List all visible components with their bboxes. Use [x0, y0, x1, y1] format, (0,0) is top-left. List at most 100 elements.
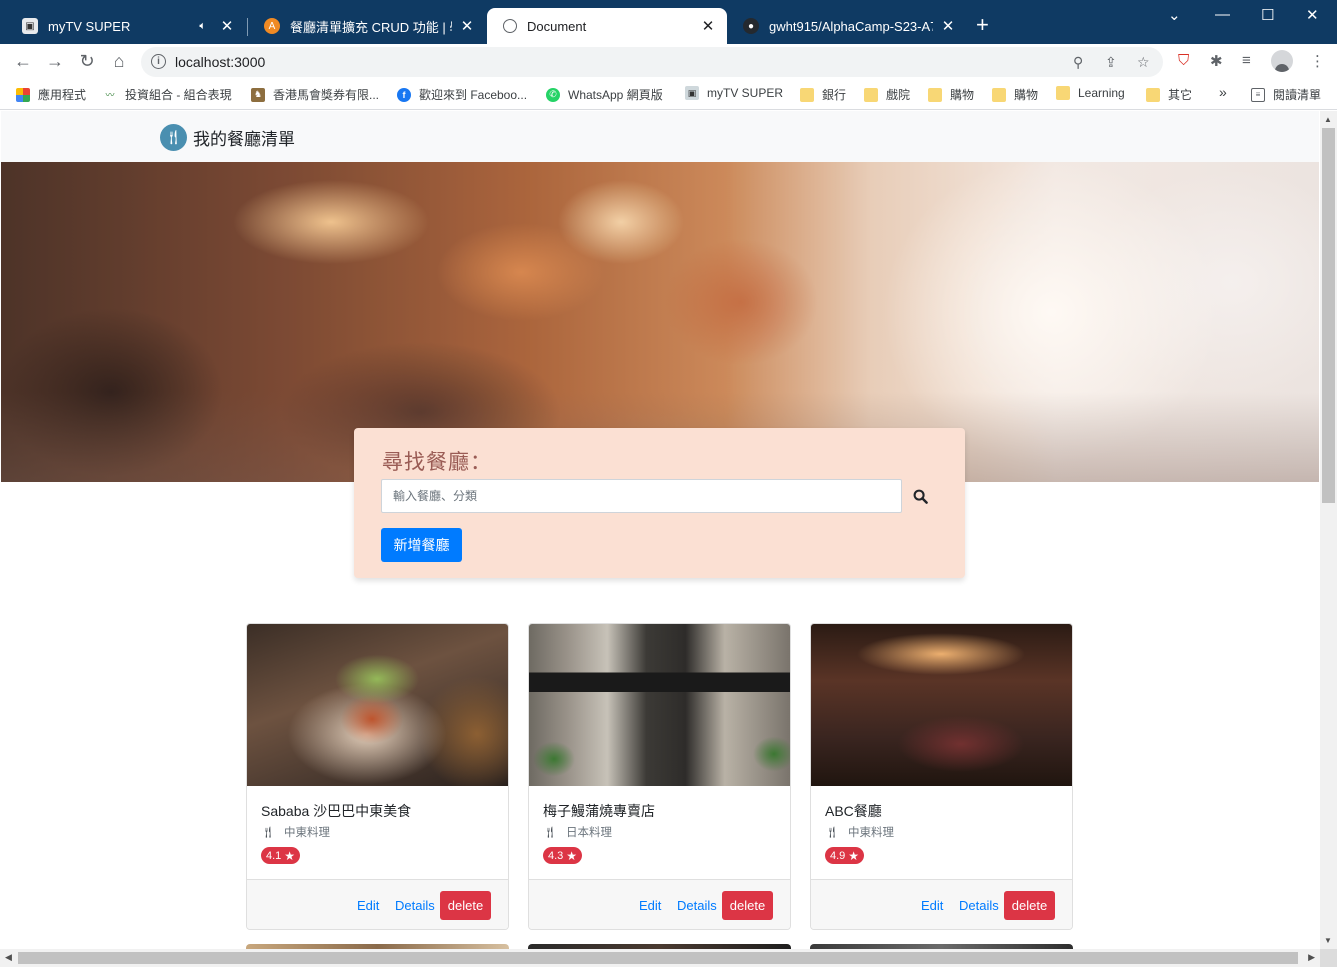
- delete-button[interactable]: delete: [722, 891, 773, 920]
- search-input[interactable]: [381, 479, 902, 513]
- tab-document[interactable]: Document ✕: [487, 8, 727, 44]
- edit-link[interactable]: Edit: [357, 898, 379, 913]
- category-label: 日本料理: [565, 827, 612, 839]
- bookmark-whatsapp[interactable]: ✆ WhatsApp 網頁版: [546, 86, 663, 103]
- restaurant-card[interactable]: ABC餐廳 🍴︎ 中東料理 4.9 ★ Edit Details delete: [810, 623, 1073, 930]
- add-restaurant-button[interactable]: 新增餐廳: [381, 528, 462, 562]
- zoom-icon[interactable]: ⚲: [1073, 54, 1083, 71]
- restaurant-name: Sababa 沙巴巴中東美食: [261, 803, 412, 819]
- scroll-right-arrow-icon[interactable]: ▶: [1308, 952, 1315, 963]
- url-text[interactable]: localhost:3000: [175, 54, 265, 70]
- folder-icon: [992, 87, 1006, 102]
- tab-alphacamp[interactable]: A 餐廳清單擴充 CRUD 功能 | 學期 ... ✕: [248, 8, 486, 44]
- horizontal-scrollbar[interactable]: ◀ ▶: [0, 949, 1320, 967]
- profile-avatar[interactable]: [1271, 50, 1293, 72]
- bookmark-star-icon[interactable]: ☆: [1137, 54, 1150, 71]
- bookmark-facebook[interactable]: f 歡迎來到 Faceboo...: [397, 86, 527, 103]
- site-info-icon[interactable]: i: [151, 54, 166, 69]
- close-tab-icon[interactable]: ✕: [939, 17, 957, 35]
- back-arrow-icon[interactable]: ←: [11, 50, 35, 72]
- scroll-down-arrow-icon[interactable]: ▼: [1324, 936, 1332, 945]
- search-button[interactable]: [909, 485, 931, 507]
- details-link[interactable]: Details: [959, 898, 999, 913]
- media-queue-icon[interactable]: ≡: [1242, 52, 1251, 69]
- bookmark-folder-other[interactable]: 其它: [1146, 86, 1192, 103]
- delete-button[interactable]: delete: [1004, 891, 1055, 920]
- edit-link[interactable]: Edit: [639, 898, 661, 913]
- bookmark-folder-shopping-1[interactable]: 購物: [928, 86, 974, 103]
- vertical-scroll-thumb[interactable]: [1322, 128, 1335, 503]
- tab-title: Document: [527, 18, 587, 34]
- extension-shield-icon[interactable]: ⛉: [1178, 52, 1189, 69]
- bookmark-hkjc[interactable]: ♞ 香港馬會獎券有限...: [251, 86, 379, 103]
- speaker-icon[interactable]: 🔈︎: [199, 20, 206, 33]
- edit-link[interactable]: Edit: [921, 898, 943, 913]
- close-tab-icon[interactable]: ✕: [218, 17, 236, 35]
- close-tab-icon[interactable]: ✕: [458, 17, 476, 35]
- new-tab-button[interactable]: +: [976, 14, 989, 36]
- bookmarks-bar: 應用程式 〰 投資組合 - 組合表現 ♞ 香港馬會獎券有限... f 歡迎來到 …: [0, 78, 1337, 110]
- tab-title: gwht915/AlphaCamp-S23-A7: [769, 18, 933, 34]
- bookmark-label: 其它: [1168, 88, 1193, 102]
- restaurant-category: 🍴︎ 日本料理: [543, 824, 612, 840]
- details-link[interactable]: Details: [677, 898, 717, 913]
- close-window-icon[interactable]: ✕: [1306, 6, 1319, 24]
- bookmark-folder-learning[interactable]: Learning: [1056, 86, 1125, 100]
- brand-link[interactable]: 🍴︎ 我的餐廳清單: [160, 124, 295, 151]
- bookmark-label: myTV SUPER: [707, 86, 784, 100]
- globe-icon: [503, 19, 517, 33]
- restaurant-photo[interactable]: [529, 624, 790, 786]
- bookmark-folder-bank[interactable]: 銀行: [800, 86, 846, 103]
- share-icon[interactable]: ⇪: [1105, 54, 1117, 71]
- card-footer: Edit Details delete: [529, 879, 790, 929]
- horse-icon: ♞: [251, 87, 265, 102]
- forward-arrow-icon[interactable]: →: [43, 50, 67, 72]
- extensions-puzzle-icon[interactable]: ✱: [1210, 52, 1223, 70]
- utensils-icon: 🍴︎: [543, 826, 557, 839]
- search-icon: [913, 489, 928, 504]
- restaurant-photo[interactable]: [811, 624, 1072, 786]
- address-bar[interactable]: i localhost:3000 ⚲ ⇪ ☆: [141, 47, 1163, 77]
- reading-list-icon: ≡: [1251, 87, 1265, 102]
- rating-value: 4.9: [830, 849, 846, 862]
- tab-title: myTV SUPER: [48, 18, 131, 34]
- close-tab-icon[interactable]: ✕: [699, 17, 717, 35]
- restaurant-card[interactable]: Sababa 沙巴巴中東美食 🍴︎ 中東料理 4.1 ★ Edit Detail…: [246, 623, 509, 930]
- facebook-icon: f: [397, 87, 411, 102]
- alphacamp-favicon-icon: A: [264, 18, 280, 34]
- bookmark-portfolio[interactable]: 〰 投資組合 - 組合表現: [103, 86, 231, 103]
- category-label: 中東料理: [847, 827, 894, 839]
- reading-list[interactable]: ≡ 閱讀清單: [1251, 86, 1321, 103]
- reload-icon[interactable]: ↻: [75, 50, 99, 72]
- bookmark-label: 購物: [1014, 88, 1039, 102]
- star-icon: ★: [848, 848, 860, 863]
- maximize-icon[interactable]: ☐: [1261, 6, 1274, 24]
- tab-github[interactable]: ● gwht915/AlphaCamp-S23-A7 ✕: [727, 8, 967, 44]
- bookmark-label: 應用程式: [38, 88, 87, 102]
- rating-badge: 4.3 ★: [543, 847, 583, 864]
- tab-search-icon[interactable]: ⌄: [1168, 6, 1181, 24]
- folder-icon: [1146, 87, 1160, 102]
- scroll-up-arrow-icon[interactable]: ▲: [1324, 115, 1332, 124]
- horizontal-scroll-thumb[interactable]: [18, 952, 1298, 964]
- restaurant-card[interactable]: 梅子鰻蒲燒專賣店 🍴︎ 日本料理 4.3 ★ Edit Details dele…: [528, 623, 791, 930]
- bookmark-folder-shopping-2[interactable]: 購物: [992, 86, 1038, 103]
- menu-kebab-icon[interactable]: ⋮: [1310, 52, 1325, 70]
- category-label: 中東料理: [283, 827, 330, 839]
- apps-grid-icon: [16, 87, 30, 102]
- mytv-favicon-icon: ▣: [22, 18, 38, 34]
- details-link[interactable]: Details: [395, 898, 435, 913]
- home-icon[interactable]: ⌂: [107, 50, 131, 72]
- tab-mytv[interactable]: ▣ myTV SUPER 🔈︎ ✕: [6, 8, 246, 44]
- delete-button[interactable]: delete: [440, 891, 491, 920]
- more-bookmarks-chevron-icon[interactable]: »: [1219, 84, 1227, 100]
- bookmark-folder-cinema[interactable]: 戲院: [864, 86, 910, 103]
- bookmark-apps[interactable]: 應用程式: [16, 86, 86, 103]
- bookmark-label: 購物: [950, 88, 975, 102]
- scroll-left-arrow-icon[interactable]: ◀: [5, 952, 12, 963]
- minimize-icon[interactable]: —: [1215, 6, 1230, 23]
- vertical-scrollbar[interactable]: ▲ ▼: [1320, 111, 1337, 949]
- bookmark-mytv[interactable]: ▣ myTV SUPER: [685, 86, 783, 100]
- restaurant-photo[interactable]: [247, 624, 508, 786]
- restaurant-name: ABC餐廳: [825, 803, 882, 819]
